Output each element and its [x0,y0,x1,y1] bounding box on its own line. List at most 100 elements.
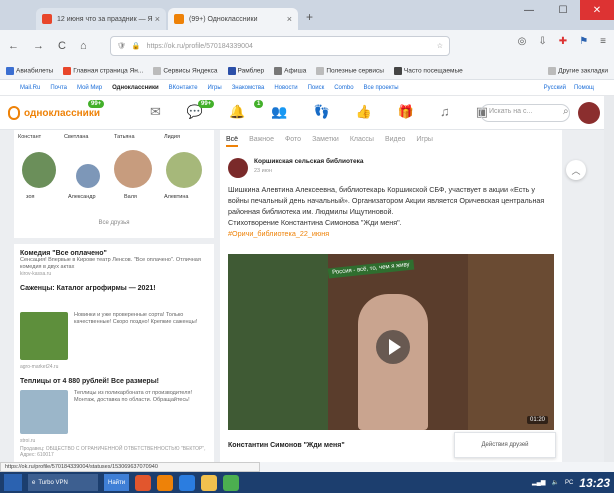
address-bar[interactable]: 🛡 🔒 https://ok.ru/profile/570184339004 ☆ [110,36,450,56]
volume-icon[interactable]: 🔈 [552,479,559,486]
close-window-button[interactable]: ✕ [580,0,614,20]
start-button[interactable] [4,474,22,491]
post-hashtag[interactable]: #Оричи_библиотека_22_июня [228,229,329,238]
feed-tab-photo[interactable]: Фото [285,136,301,147]
bookmark-item[interactable]: Полезные сервисы [316,66,384,75]
portal-link[interactable]: Mail.Ru [20,85,40,91]
post-video[interactable]: Россия - всё, то, чем я живу 01:20 [228,254,554,430]
feed-tab-notes[interactable]: Заметки [312,136,339,147]
flag-icon[interactable]: ⚑ [579,36,588,47]
play-icon[interactable] [376,330,410,364]
back-button[interactable]: ← [8,40,19,52]
help-link[interactable]: Помощ [574,85,594,91]
ad-title[interactable]: Саженцы: Каталог агрофирмы — 2021! [20,285,208,292]
music-icon[interactable]: ♫ [440,104,450,120]
bookmark-item[interactable]: Авиабилеты [6,66,53,75]
portal-link[interactable]: Поиск [308,85,325,91]
friend-name[interactable]: Александр [68,194,96,200]
portal-link[interactable]: Combo [334,85,353,91]
network-icon[interactable]: ▂▄▆ [532,479,545,486]
bookmark-item[interactable]: Сервисы Яндекса [153,66,218,75]
bookmark-item[interactable]: Другие закладки [548,66,608,75]
ok-logo[interactable]: одноклассники [8,106,100,120]
taskbar-search-button[interactable]: Найти [104,474,130,491]
pocket-icon[interactable]: ◎ [518,36,527,47]
home-button[interactable]: ⌂ [80,40,87,52]
ok-search-input[interactable]: Искать на с... [480,104,570,122]
gifts-icon[interactable]: 🎁 [398,104,414,120]
minimize-button[interactable]: — [512,0,546,20]
tab-close-icon[interactable]: × [287,14,292,24]
friend-name[interactable]: зоя [26,194,35,200]
likes-icon[interactable]: 👍 [356,104,372,120]
friend-name[interactable]: Татьяна [114,134,135,140]
forward-button[interactable]: → [33,40,44,52]
maximize-button[interactable]: ☐ [546,0,580,20]
friend-name[interactable]: Констант [18,134,41,140]
bookmark-star-icon[interactable]: ☆ [437,42,443,50]
ad-source[interactable]: kirov-kassa.ru [20,271,208,277]
scroll-up-button[interactable]: ︿ [566,160,586,180]
app-icon[interactable] [223,474,240,491]
bookmark-item[interactable]: Рамблер [227,66,264,75]
user-avatar[interactable] [578,102,600,124]
messages-icon[interactable]: ✉ [150,104,161,120]
portal-link[interactable]: Новости [274,85,297,91]
bookmark-item[interactable]: Часто посещаемые [393,66,463,75]
ad-source[interactable]: stroi.ru [20,438,35,444]
friends-icon[interactable]: 👥 [271,104,287,120]
portal-link[interactable]: Знакомства [232,85,265,91]
feed-tab-important[interactable]: Важное [249,136,274,147]
ad-source[interactable]: agro-market24.ru [20,364,58,370]
portal-link[interactable]: ВКонтакте [169,85,198,91]
firefox-icon[interactable] [157,474,174,491]
reload-button[interactable]: C [58,40,66,52]
guests-icon[interactable]: 👣 [313,104,329,120]
friend-avatar[interactable] [114,150,152,188]
friends-actions-panel[interactable]: Действия друзей [454,432,556,458]
video-title[interactable]: Константин Симонов "Жди меня" [228,442,345,449]
friend-avatar[interactable] [22,152,56,188]
ad-title[interactable]: Теплицы от 4 880 рублей! Все размеры! [20,378,159,385]
menu-icon[interactable]: ≡ [600,36,606,47]
download-icon[interactable]: ⇩ [538,36,546,47]
post-author-avatar[interactable] [228,158,248,178]
extension-icon[interactable]: ✚ [559,36,567,47]
portal-link[interactable]: Игры [208,85,222,91]
feed-tab-video[interactable]: Видео [385,136,405,147]
portal-link-active[interactable]: Одноклассники [112,85,159,91]
taskbar-vpn[interactable]: e Turbo VPN [28,474,98,491]
notifications-icon[interactable]: 🔔 [229,104,245,120]
clock[interactable]: 13:23 [579,476,610,490]
friend-avatar[interactable] [166,152,202,188]
friend-name[interactable]: Алевтина [164,194,188,200]
language-indicator[interactable]: РС [565,480,573,486]
friend-name[interactable]: Лидия [164,134,180,140]
ad-title[interactable]: Комедия "Все оплачено" [20,250,208,257]
portal-link[interactable]: Почта [50,85,67,91]
feed-tab-games[interactable]: Игры [416,136,433,147]
feed-tab-classes[interactable]: Классы [350,136,374,147]
tab-close-icon[interactable]: × [155,14,160,24]
friend-avatar[interactable] [76,164,100,188]
portal-link[interactable]: Мой Мир [77,85,102,91]
explorer-icon[interactable] [201,474,218,491]
search-icon[interactable]: ⌕ [563,106,569,117]
ad-image[interactable] [20,312,68,360]
language-link[interactable]: Русский [544,85,566,91]
portal-link[interactable]: Все проекты [364,85,399,91]
feed-tab-all[interactable]: Всё [226,136,239,147]
all-friends-link[interactable]: Все друзья [14,220,214,226]
edge-icon[interactable] [179,474,196,491]
new-tab-button[interactable]: + [306,10,313,24]
bookmark-item[interactable]: Афиша [274,66,306,75]
post-author[interactable]: Коршикская сельская библиотека [254,158,363,165]
friend-name[interactable]: Валя [124,194,137,200]
tab-odnoklassniki[interactable]: (99+) Одноклассники × [168,8,298,30]
page-scrollbar[interactable] [604,96,614,462]
tab-yandex[interactable]: 12 июня что за праздник — Я × [36,8,166,30]
bookmark-item[interactable]: Главная страница Ян... [63,66,143,75]
ad-image[interactable] [20,390,68,434]
friend-name[interactable]: Светлана [64,134,88,140]
yandex-browser-icon[interactable] [135,474,152,491]
